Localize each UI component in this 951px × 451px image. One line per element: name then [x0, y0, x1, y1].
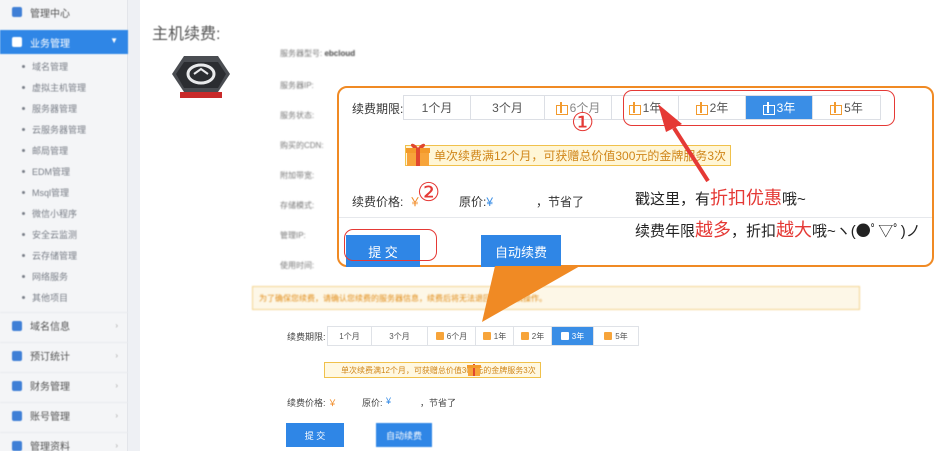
sidebar-group[interactable]: 管理资料 ›: [0, 432, 128, 451]
original-price-value: ¥: [386, 396, 392, 406]
sidebar-item-label: 管理中心: [30, 8, 70, 20]
highlight-ring-submit: [344, 229, 437, 261]
gift-icon: [555, 102, 568, 115]
chevron-down-icon: ▼: [110, 36, 118, 45]
gift-icon: [520, 332, 529, 340]
sidebar-group[interactable]: 预订统计 ›: [0, 342, 128, 368]
sidebar-group[interactable]: 账号管理 ›: [0, 402, 128, 428]
gift-icon: [482, 332, 491, 340]
step-marker-1: ①: [571, 107, 595, 137]
period-option[interactable]: 1个月: [328, 327, 372, 345]
promo-banner-small: 单次续费满12个月，可获赠总价值300元的金牌服务3次: [324, 362, 541, 378]
info-row: 使用时间:: [280, 261, 315, 270]
period-label: 续费期限:: [287, 332, 326, 342]
page-title: 主机续费:: [152, 26, 221, 43]
period-selector-small: 1个月 3个月 6个月 1年 2年 3年 5年: [327, 326, 639, 346]
period-option-3-month[interactable]: 3个月: [471, 96, 545, 119]
sidebar-item-label: 业务管理: [30, 38, 70, 50]
chevron-right-icon: ›: [115, 411, 118, 420]
price-label: 续费价格:: [352, 195, 404, 209]
sidebar-subitem[interactable]: 其他项目: [0, 287, 128, 307]
gift-icon: [604, 332, 613, 340]
sidebar-subitem[interactable]: 微信小程序: [0, 203, 128, 223]
saved-text: ，节省了: [536, 195, 585, 209]
promo-banner: 单次续费满12个月，可获赠总价值300元的金牌服务3次: [405, 145, 732, 166]
info-row: 服务状态:: [280, 111, 315, 120]
gift-icon: [406, 143, 430, 166]
sidebar-subitem[interactable]: 邮局管理: [0, 140, 128, 160]
period-label: 续费期限:: [352, 102, 404, 116]
gift-icon: [435, 332, 444, 340]
grid-icon: [12, 37, 22, 47]
sidebar-subitem[interactable]: 云存储管理: [0, 245, 128, 265]
price-symbol: ￥: [328, 398, 338, 408]
sidebar-group[interactable]: 财务管理 ›: [0, 372, 128, 398]
gift-icon: [467, 364, 481, 376]
bar-chart-icon: [12, 350, 22, 361]
highlight-ring-years: [623, 90, 895, 126]
sidebar: 管理中心 业务管理 ▼ 域名管理 虚拟主机管理 服务器管理 云服务器管理 邮局管…: [0, 0, 128, 451]
zoom-callout: 续费期限: 1个月 3个月 6个月 1年 2年 3年 5年 ① 单次续费满12个…: [337, 86, 934, 267]
auto-renew-button[interactable]: 自动续费: [481, 235, 561, 267]
period-option-selected[interactable]: 3年: [552, 327, 594, 345]
finance-icon: [12, 380, 22, 391]
chevron-right-icon: ›: [115, 321, 118, 330]
period-option[interactable]: 3个月: [372, 327, 428, 345]
info-row: 服务器IP:: [280, 81, 314, 90]
period-option[interactable]: 2年: [514, 327, 552, 345]
server-icon: [172, 56, 230, 98]
sidebar-group[interactable]: 域名信息 ›: [0, 312, 128, 338]
chevron-right-icon: ›: [115, 441, 118, 450]
chevron-right-icon: ›: [115, 351, 118, 360]
account-icon: [12, 410, 22, 421]
info-row: 存储模式:: [280, 201, 315, 210]
price-label: 续费价格:: [287, 398, 326, 408]
sidebar-subitem[interactable]: EDM管理: [0, 161, 128, 181]
sidebar-subitem[interactable]: 虚拟主机管理: [0, 77, 128, 97]
submit-button-small[interactable]: 提 交: [286, 423, 344, 447]
period-option[interactable]: 1年: [476, 327, 514, 345]
sidebar-subitem[interactable]: 云服务器管理: [0, 119, 128, 139]
gift-icon: [560, 332, 569, 340]
home-icon: [12, 7, 22, 17]
original-price: 原价:¥: [459, 195, 494, 209]
auto-renew-button-small[interactable]: 自动续费: [376, 423, 432, 447]
sidebar-subitem[interactable]: 网络服务: [0, 266, 128, 286]
sidebar-subitem[interactable]: Msql管理: [0, 182, 128, 202]
info-row: 附加带宽:: [280, 171, 315, 180]
original-price-label: 原价:: [362, 398, 383, 408]
step-marker-2: ②: [417, 177, 441, 207]
info-row: 服务器型号: ebcloud: [280, 49, 356, 58]
info-row: 购买的CDN:: [280, 141, 324, 150]
document-icon: [12, 440, 22, 451]
annotation-note-line2: 续费年限越多，折扣越大哦~ヽ(●ﾟ▽ﾟ)ノ: [635, 220, 921, 240]
annotation-note-line1: 戳这里，有折扣优惠哦~: [635, 188, 806, 208]
period-option[interactable]: 6个月: [428, 327, 476, 345]
sidebar-item-business[interactable]: 业务管理 ▼: [0, 30, 128, 54]
chevron-right-icon: ›: [115, 381, 118, 390]
sidebar-subitem[interactable]: 服务器管理: [0, 98, 128, 118]
saved-text: ，节省了: [420, 398, 457, 408]
period-option-1-month[interactable]: 1个月: [404, 96, 471, 119]
period-option[interactable]: 5年: [594, 327, 638, 345]
info-row: 管理IP:: [280, 231, 306, 240]
sidebar-subitem[interactable]: 域名管理: [0, 56, 128, 76]
calendar-icon: [12, 320, 22, 331]
sidebar-subitem[interactable]: 安全云监测: [0, 224, 128, 244]
warning-notice: 为了确保您续费，请确认您续费的服务器信息，续费后将无法退回，请谨慎操作。: [252, 286, 860, 310]
sidebar-item-home[interactable]: 管理中心: [0, 0, 128, 24]
